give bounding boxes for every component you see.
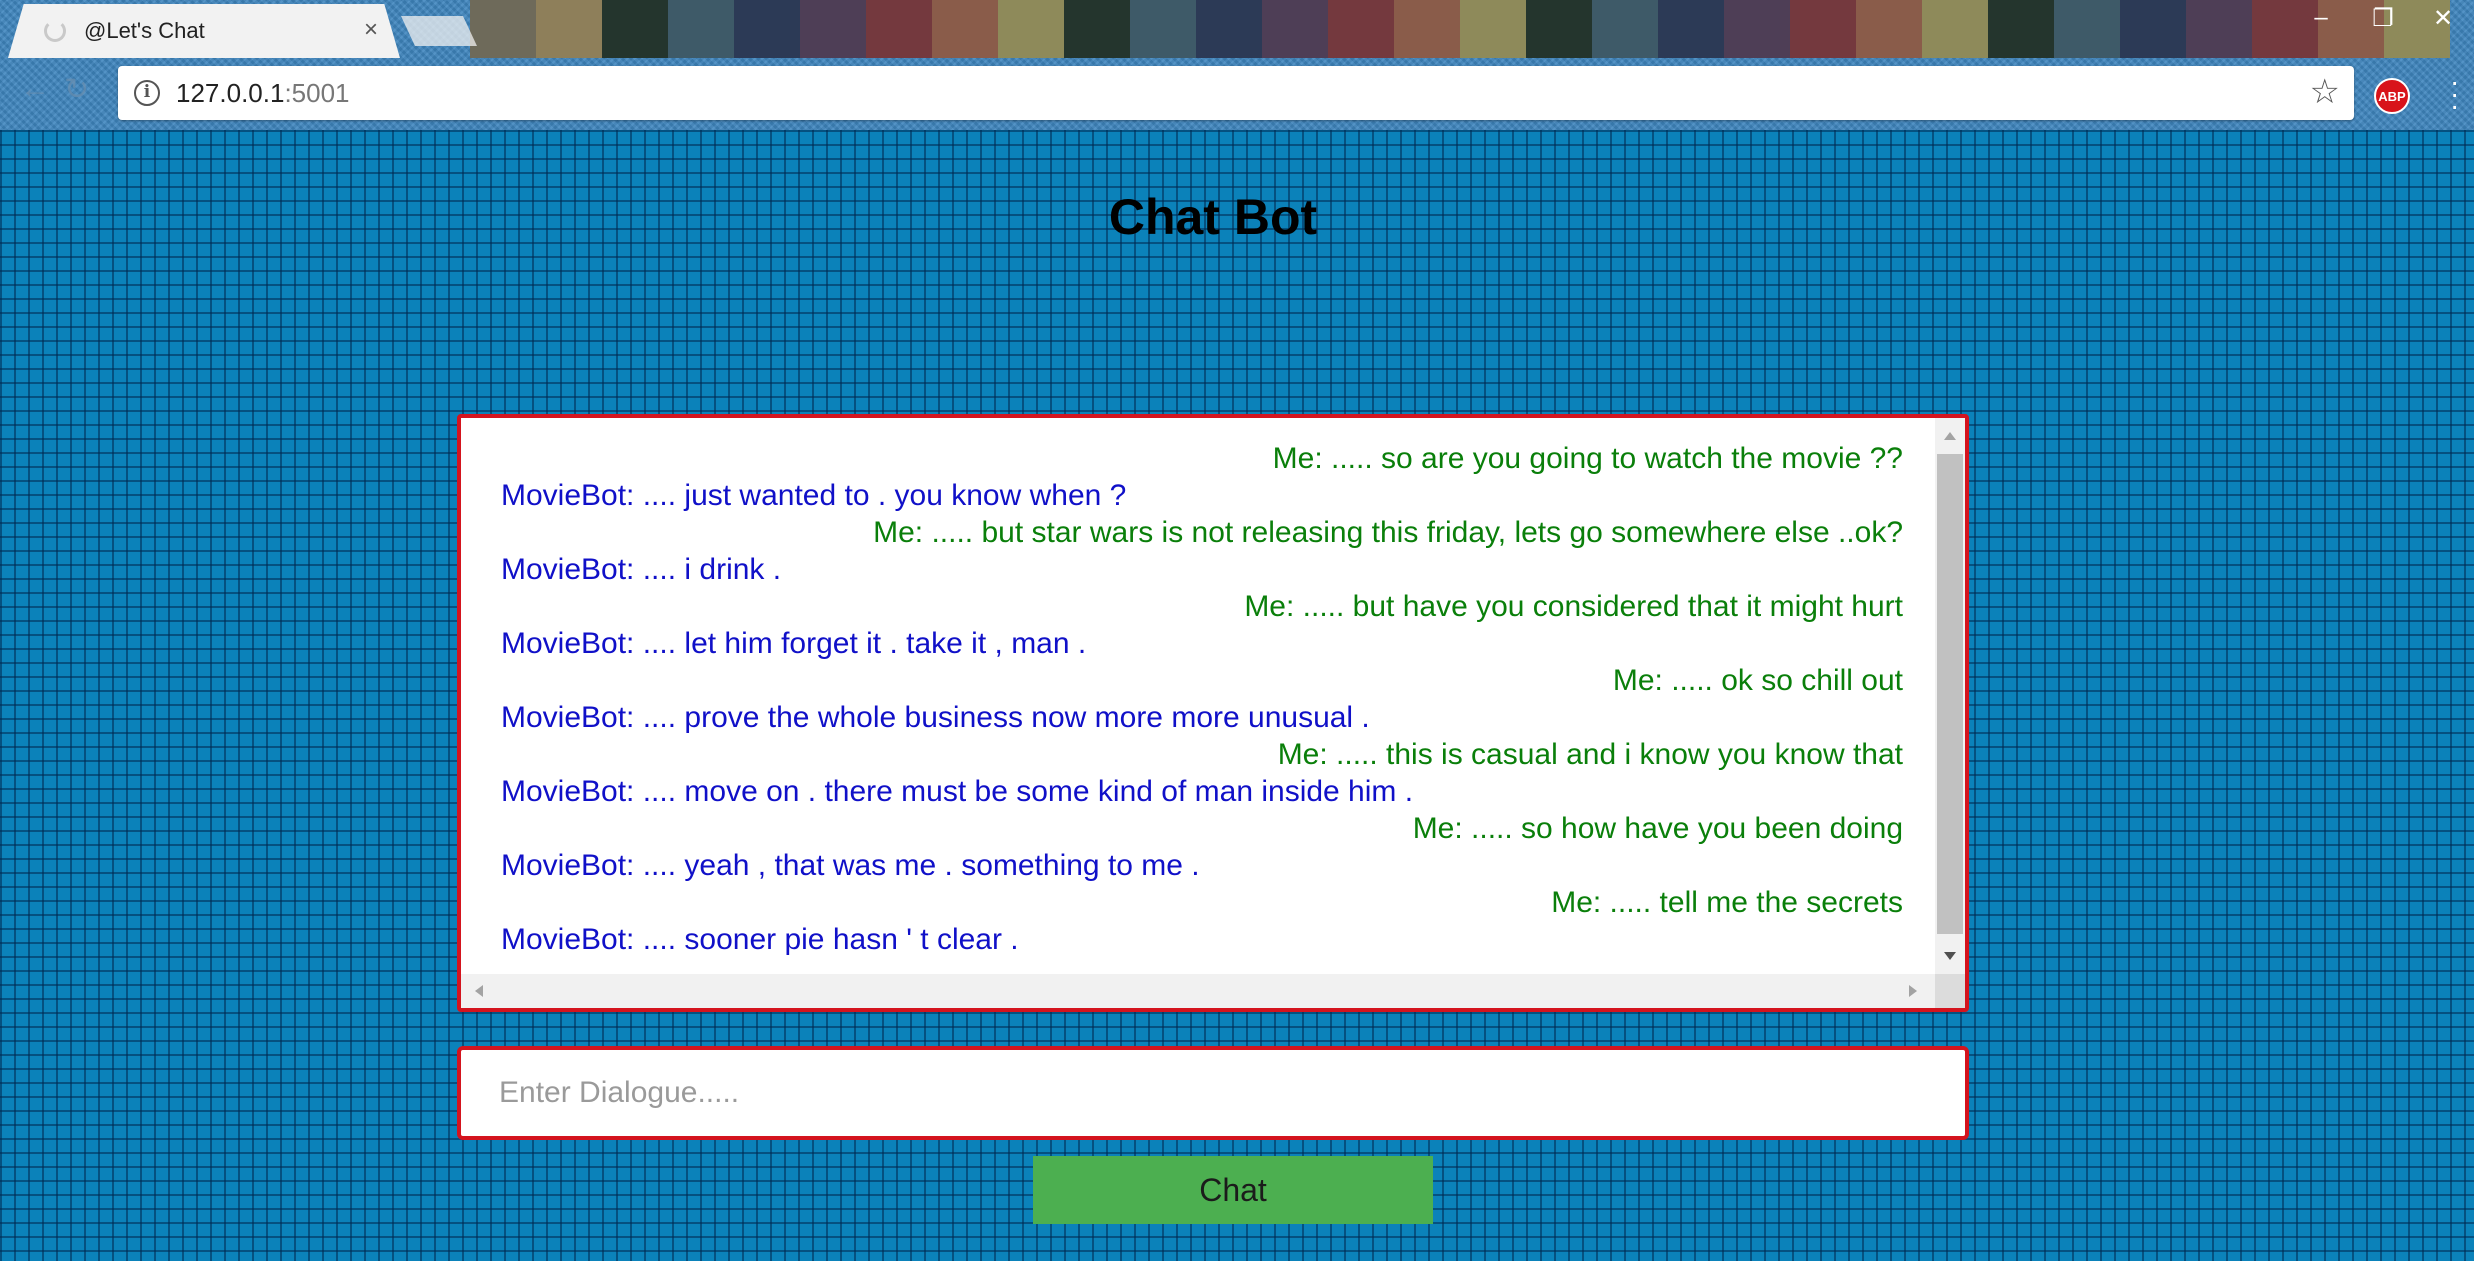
dialogue-input-box[interactable] [457,1046,1969,1140]
dialogue-input[interactable] [461,1050,1965,1136]
theme-swatch [1856,0,1922,58]
info-icon[interactable]: i [134,80,160,106]
bookmark-star-icon[interactable]: ☆ [2310,72,2340,112]
tab-strip: @Let's Chat × – ❐ ✕ [0,0,2474,58]
horizontal-scrollbar[interactable] [461,974,1935,1008]
address-bar[interactable]: i 127.0.0.1:5001 ☆ [118,66,2354,120]
theme-swatch [2186,0,2252,58]
theme-swatch [668,0,734,58]
theme-swatch [734,0,800,58]
theme-swatch [1262,0,1328,58]
theme-swatch [536,0,602,58]
user-message: Me: ..... this is casual and i know you … [1277,738,1903,771]
user-message: Me: ..... so are you going to watch the … [1272,442,1903,475]
back-arrow-icon[interactable]: ← [20,72,50,106]
scroll-left-icon[interactable] [475,985,483,997]
adblock-plus-icon[interactable]: ABP [2374,78,2410,114]
tab-close-icon[interactable]: × [364,16,378,44]
theme-swatch [1064,0,1130,58]
minimize-button[interactable]: – [2290,0,2352,36]
close-window-button[interactable]: ✕ [2412,0,2474,36]
theme-swatch [1922,0,1988,58]
scrollbar-corner [1935,974,1965,1008]
reload-icon[interactable]: ↻ [64,72,89,107]
theme-swatch [1196,0,1262,58]
theme-swatch [2054,0,2120,58]
url-port: :5001 [284,78,350,108]
vertical-scrollbar[interactable] [1935,418,1965,974]
browser-chrome: @Let's Chat × – ❐ ✕ ← ↻ i 127.0.0.1:5001… [0,0,2474,130]
scroll-right-icon[interactable] [1909,985,1917,997]
theme-swatch [1526,0,1592,58]
page-background: Chat Bot Me: ..... so are you going to w… [0,130,2474,1261]
chat-log[interactable]: Me: ..... so are you going to watch the … [457,414,1969,1012]
theme-swatch [866,0,932,58]
theme-swatch [1394,0,1460,58]
chat-button[interactable]: Chat [1033,1156,1433,1224]
theme-swatch [1658,0,1724,58]
scrollbar-thumb[interactable] [1937,454,1963,934]
theme-swatch [1592,0,1658,58]
bot-message: MovieBot: .... yeah , that was me . some… [501,849,1200,882]
bot-message: MovieBot: .... i drink . [501,553,782,586]
scroll-down-icon[interactable] [1944,952,1956,960]
browser-toolbar: ← ↻ i 127.0.0.1:5001 ☆ ABP · · · [0,58,2474,130]
user-message: Me: ..... but star wars is not releasing… [873,516,1903,549]
theme-swatch [602,0,668,58]
restore-button[interactable]: ❐ [2352,0,2414,36]
theme-swatch [1988,0,2054,58]
theme-swatch [1790,0,1856,58]
theme-background [470,0,2450,58]
scroll-up-icon[interactable] [1944,432,1956,440]
bot-message: MovieBot: .... prove the whole business … [501,701,1370,734]
message-list: Me: ..... so are you going to watch the … [461,418,1931,974]
browser-menu-icon[interactable]: · · · [2450,68,2459,120]
bot-message: MovieBot: .... just wanted to . you know… [501,479,1127,512]
theme-swatch [1130,0,1196,58]
url-text[interactable]: 127.0.0.1:5001 [176,78,350,109]
theme-swatch [470,0,536,58]
theme-swatch [932,0,998,58]
theme-swatch [998,0,1064,58]
theme-swatch [2120,0,2186,58]
theme-swatch [1328,0,1394,58]
user-message: Me: ..... ok so chill out [1612,664,1903,697]
bot-message: MovieBot: .... let him forget it . take … [501,627,1087,660]
theme-swatch [800,0,866,58]
url-host: 127.0.0.1 [176,78,285,108]
bot-message: MovieBot: .... sooner pie hasn ' t clear… [501,923,1019,956]
browser-tab[interactable]: @Let's Chat × [8,4,400,58]
bot-message: MovieBot: .... move on . there must be s… [501,775,1414,808]
tab-title: @Let's Chat [84,18,205,43]
user-message: Me: ..... tell me the secrets [1551,886,1903,919]
theme-swatch [1724,0,1790,58]
loading-icon [44,20,66,42]
user-message: Me: ..... but have you considered that i… [1244,590,1903,623]
theme-swatch [1460,0,1526,58]
page-title: Chat Bot [1108,189,1318,245]
new-tab-button[interactable] [401,16,477,46]
user-message: Me: ..... so how have you been doing [1412,812,1903,845]
